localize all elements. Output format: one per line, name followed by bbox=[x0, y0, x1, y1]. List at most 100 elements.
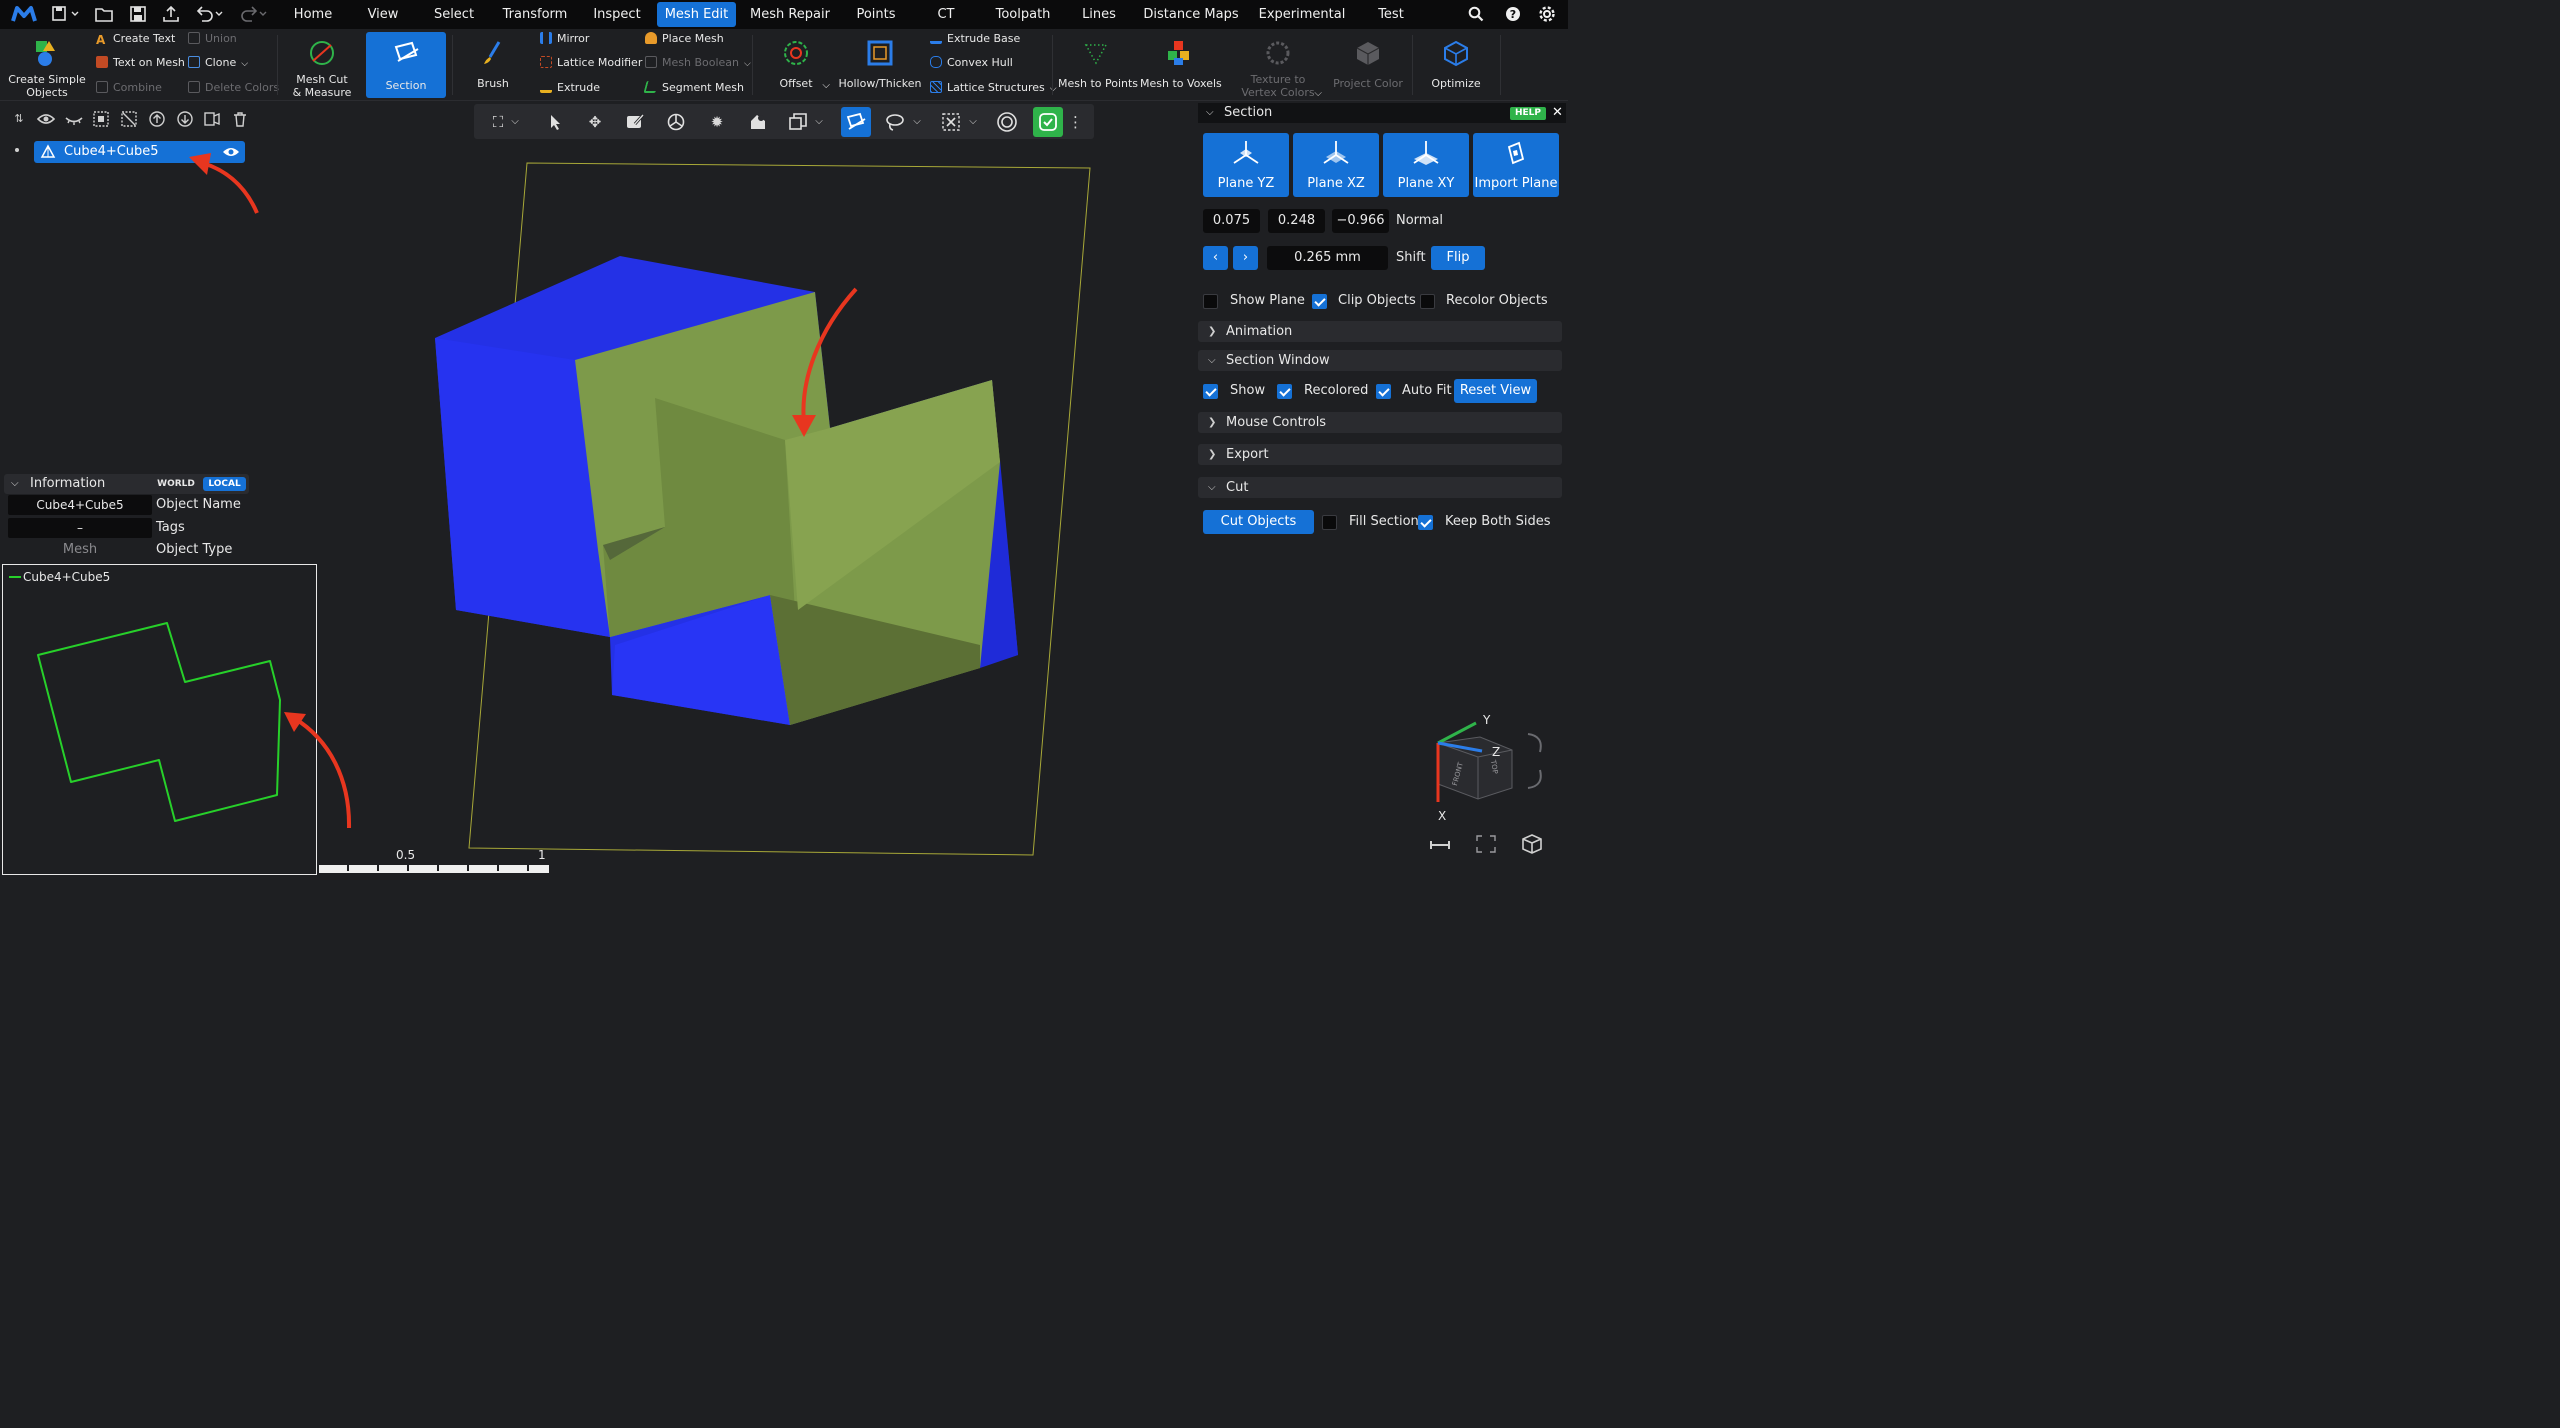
create-simple-objects-button[interactable]: Create Simple Objects bbox=[6, 29, 88, 101]
recolor-objects-checkbox[interactable] bbox=[1420, 294, 1435, 309]
confirm-check-icon[interactable] bbox=[1033, 107, 1063, 137]
split-icon[interactable] bbox=[203, 110, 221, 128]
cube-view-icon[interactable] bbox=[1520, 833, 1544, 855]
delete-colors-button[interactable]: Delete Colors bbox=[188, 79, 279, 97]
paint-select-icon[interactable] bbox=[623, 110, 647, 134]
save-menu-icon[interactable] bbox=[50, 3, 82, 25]
section-tool-active-icon[interactable] bbox=[841, 107, 871, 137]
text-on-mesh-button[interactable]: Text on Mesh bbox=[96, 54, 185, 72]
fill-section-checkbox[interactable] bbox=[1322, 515, 1337, 530]
combine-button[interactable]: Combine bbox=[96, 79, 162, 97]
segment-mesh-button[interactable]: Segment Mesh bbox=[643, 79, 744, 97]
place-mesh-button[interactable]: Place Mesh bbox=[645, 30, 724, 48]
export-section[interactable]: ❯ Export bbox=[1198, 444, 1562, 465]
hollow-thicken-button[interactable]: Hollow/Thicken bbox=[838, 29, 922, 101]
3d-viewport[interactable] bbox=[253, 101, 1196, 875]
shift-increase-button[interactable]: › bbox=[1233, 246, 1258, 270]
object-name-field[interactable]: Cube4+Cube5 bbox=[8, 495, 152, 515]
fit-view-icon[interactable]: ⛶ bbox=[486, 110, 510, 134]
duplicate-icon[interactable] bbox=[786, 110, 810, 134]
reset-view-button[interactable]: Reset View bbox=[1454, 379, 1537, 403]
normal-x-field[interactable]: 0.075 bbox=[1203, 209, 1260, 233]
open-folder-icon[interactable] bbox=[93, 3, 115, 25]
recolored-checkbox[interactable] bbox=[1277, 384, 1292, 399]
mesh-to-voxels-button[interactable]: Mesh to Voxels bbox=[1140, 29, 1222, 101]
select-all-icon[interactable] bbox=[92, 110, 110, 128]
mesh-cut-measure-button[interactable]: Mesh Cut & Measure bbox=[285, 29, 359, 101]
move-up-icon[interactable] bbox=[148, 110, 166, 128]
show-plane-checkbox[interactable] bbox=[1203, 294, 1218, 309]
move-down-icon[interactable] bbox=[176, 110, 194, 128]
import-plane-button[interactable]: Import Plane bbox=[1473, 133, 1559, 197]
normal-y-field[interactable]: 0.248 bbox=[1268, 209, 1325, 233]
tab-home[interactable]: Home bbox=[287, 2, 339, 27]
lattice-structures-button[interactable]: Lattice Structures ⌵ bbox=[930, 79, 1057, 97]
tab-lines[interactable]: Lines bbox=[1076, 2, 1122, 27]
tab-mesh-edit[interactable]: Mesh Edit bbox=[657, 2, 736, 27]
tab-transform[interactable]: Transform bbox=[498, 2, 572, 27]
optimize-button[interactable]: Optimize bbox=[1420, 29, 1492, 101]
fit-icon[interactable] bbox=[1475, 834, 1497, 854]
mirror-button[interactable]: Mirror bbox=[540, 30, 589, 48]
cut-section[interactable]: ⌵ Cut bbox=[1198, 477, 1562, 498]
clip-objects-checkbox[interactable] bbox=[1312, 294, 1327, 309]
information-header[interactable]: ⌵ Information WORLD LOCAL bbox=[4, 474, 249, 494]
trash-icon[interactable] bbox=[231, 110, 249, 128]
tab-ct[interactable]: CT bbox=[930, 2, 962, 27]
app-logo-icon[interactable] bbox=[10, 3, 38, 25]
offset-button[interactable]: Offset ⌵ bbox=[760, 29, 832, 101]
view-cube[interactable]: Y X Z FRONT TOP bbox=[1420, 710, 1560, 825]
tab-mesh-repair[interactable]: Mesh Repair bbox=[747, 2, 833, 27]
tab-select[interactable]: Select bbox=[428, 2, 480, 27]
mouse-controls-section[interactable]: ❯ Mouse Controls bbox=[1198, 412, 1562, 433]
keep-both-sides-checkbox[interactable] bbox=[1418, 515, 1433, 530]
rotate-icon[interactable] bbox=[664, 110, 688, 134]
lattice-modifier-button[interactable]: Lattice Modifier bbox=[540, 54, 642, 72]
chevron-down-icon[interactable]: ⌵ bbox=[812, 110, 826, 134]
tab-experimental[interactable]: Experimental bbox=[1257, 2, 1347, 27]
chevron-down-icon[interactable]: ⌵ bbox=[910, 110, 924, 134]
search-icon[interactable] bbox=[1465, 3, 1487, 25]
tab-test[interactable]: Test bbox=[1368, 2, 1414, 27]
extrude-base-button[interactable]: Extrude Base bbox=[930, 30, 1020, 48]
plane-xz-button[interactable]: Plane XZ bbox=[1293, 133, 1379, 197]
tab-inspect[interactable]: Inspect bbox=[588, 2, 646, 27]
show-checkbox[interactable] bbox=[1203, 384, 1218, 399]
save-scene-icon[interactable] bbox=[127, 3, 149, 25]
redo-icon[interactable] bbox=[238, 3, 270, 25]
create-text-button[interactable]: A Create Text bbox=[96, 30, 175, 48]
tab-view[interactable]: View bbox=[361, 2, 405, 27]
section-button[interactable]: Section bbox=[366, 32, 446, 98]
clone-button[interactable]: Clone ⌵ bbox=[188, 54, 248, 72]
texture-to-vertex-colors-button[interactable]: Texture to Vertex Colors ⌵ bbox=[1232, 29, 1324, 101]
close-icon[interactable]: ✕ bbox=[1552, 103, 1563, 123]
sculpt-icon[interactable] bbox=[746, 110, 770, 134]
shift-decrease-button[interactable]: ‹ bbox=[1203, 246, 1228, 270]
tags-field[interactable]: – bbox=[8, 518, 152, 538]
pointer-icon[interactable] bbox=[543, 110, 567, 134]
cut-objects-button[interactable]: Cut Objects bbox=[1203, 510, 1314, 534]
more-options-icon[interactable]: ⋮ bbox=[1068, 110, 1083, 134]
chevron-down-icon[interactable]: ⌵ bbox=[966, 110, 980, 134]
target-icon[interactable] bbox=[995, 110, 1019, 134]
box-select-icon[interactable] bbox=[939, 110, 963, 134]
move-icon[interactable]: ✥ bbox=[583, 110, 607, 134]
deselect-icon[interactable] bbox=[120, 110, 138, 128]
settings-icon[interactable] bbox=[1536, 3, 1558, 25]
local-toggle[interactable]: LOCAL bbox=[203, 477, 246, 491]
mesh-to-points-button[interactable]: Mesh to Points bbox=[1058, 29, 1138, 101]
brush-button[interactable]: Brush bbox=[462, 29, 524, 101]
extrude-button[interactable]: Extrude bbox=[540, 79, 600, 97]
auto-fit-checkbox[interactable] bbox=[1376, 384, 1391, 399]
project-color-button[interactable]: Project Color bbox=[1330, 29, 1406, 101]
tab-toolpath[interactable]: Toolpath bbox=[990, 2, 1056, 27]
plane-xy-button[interactable]: Plane XY bbox=[1383, 133, 1469, 197]
union-button[interactable]: Union bbox=[188, 30, 237, 48]
section-panel-header[interactable]: ⌵ Section HELP ✕ bbox=[1198, 103, 1566, 123]
export-icon[interactable] bbox=[160, 3, 182, 25]
mesh-boolean-button[interactable]: Mesh Boolean ⌵ bbox=[645, 54, 751, 72]
lasso-icon[interactable] bbox=[883, 110, 907, 134]
tab-distance-maps[interactable]: Distance Maps bbox=[1142, 2, 1240, 27]
eye-closed-icon[interactable] bbox=[65, 110, 83, 128]
section-window-section[interactable]: ⌵ Section Window bbox=[1198, 350, 1562, 371]
